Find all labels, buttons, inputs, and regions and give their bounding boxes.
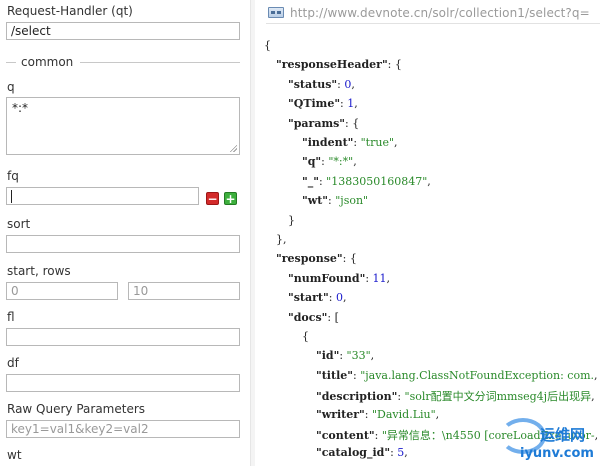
json-line: "status": 0, bbox=[288, 77, 355, 91]
json-line: "params": { bbox=[288, 117, 359, 130]
start-rows-label: start, rows bbox=[7, 264, 71, 278]
common-fieldset: common bbox=[0, 54, 244, 70]
json-value: "*:*" bbox=[328, 155, 354, 169]
json-value: "1383050160847" bbox=[326, 174, 428, 188]
resize-grip-icon[interactable] bbox=[229, 144, 237, 152]
fl-label: fl bbox=[7, 310, 15, 324]
fq-input[interactable] bbox=[6, 187, 199, 205]
raw-query-input[interactable]: key1=val1&key2=val2 bbox=[6, 420, 240, 438]
json-value: : { bbox=[387, 58, 402, 72]
q-textarea[interactable]: *:* bbox=[6, 97, 240, 155]
json-line: }, bbox=[276, 233, 287, 246]
json-line: "id": "33", bbox=[316, 349, 375, 363]
json-value: "33" bbox=[346, 349, 371, 363]
json-key: "_" bbox=[302, 174, 319, 188]
df-input[interactable] bbox=[6, 374, 240, 392]
json-key: "QTime" bbox=[288, 97, 341, 111]
json-key: "content" bbox=[316, 429, 375, 442]
json-line: "response": { bbox=[276, 252, 357, 265]
request-handler-label: Request-Handler (qt) bbox=[7, 4, 133, 18]
json-value: { bbox=[302, 330, 309, 343]
json-value: "solr配置中文分词mmseg4j后出现异 bbox=[404, 390, 592, 404]
json-line: { bbox=[264, 39, 271, 52]
response-url[interactable]: http://www.devnote.cn/solr/collection1/s… bbox=[290, 6, 590, 20]
json-key: "response" bbox=[276, 252, 343, 266]
json-value: "java.lang.ClassNotFoundException: com. bbox=[360, 368, 595, 382]
fl-input[interactable] bbox=[6, 328, 240, 346]
json-key: "start" bbox=[288, 291, 329, 305]
q-value: *:* bbox=[12, 101, 29, 115]
json-value: "json" bbox=[335, 194, 369, 208]
json-key: "params" bbox=[288, 116, 346, 130]
json-line: "indent": "true", bbox=[302, 136, 398, 149]
json-key: "writer" bbox=[316, 407, 365, 421]
watermark-logo: 运维网 iyunv.com bbox=[490, 416, 600, 466]
json-line: "title": "java.lang.ClassNotFoundExcepti… bbox=[316, 368, 598, 382]
json-key: "status" bbox=[288, 77, 338, 91]
json-line: "numFound": 11, bbox=[288, 271, 391, 285]
text-cursor bbox=[11, 190, 12, 203]
json-key: "description" bbox=[316, 390, 398, 404]
json-value: } bbox=[288, 213, 295, 227]
json-value: "true" bbox=[360, 136, 395, 149]
df-label: df bbox=[7, 356, 19, 370]
json-line: "wt": "json" bbox=[302, 194, 369, 208]
json-line: "_": "1383050160847", bbox=[302, 174, 431, 188]
json-line: "docs": [ bbox=[288, 311, 339, 324]
json-key: "title" bbox=[316, 368, 353, 382]
json-value: : { bbox=[345, 116, 360, 130]
request-handler-input[interactable]: /select bbox=[6, 22, 240, 40]
json-line: } bbox=[288, 214, 295, 227]
sort-label: sort bbox=[7, 217, 31, 231]
common-legend: common bbox=[21, 55, 74, 69]
remove-fq-icon[interactable]: − bbox=[206, 192, 219, 206]
json-key: "q" bbox=[302, 155, 322, 169]
json-value: }, bbox=[276, 233, 287, 246]
fq-label: fq bbox=[7, 169, 19, 183]
json-key: "numFound" bbox=[288, 271, 366, 285]
start-input[interactable]: 0 bbox=[6, 282, 118, 300]
json-line: "start": 0, bbox=[288, 291, 347, 305]
json-line: "q": "*:*", bbox=[302, 155, 357, 169]
panel-separator bbox=[250, 0, 255, 466]
response-panel: http://www.devnote.cn/solr/collection1/s… bbox=[256, 0, 600, 466]
watermark-url-text: iyunv.com bbox=[520, 446, 594, 461]
query-form: Request-Handler (qt) /select common q *:… bbox=[0, 0, 250, 466]
legend-divider-right bbox=[80, 62, 240, 63]
json-value: 0 bbox=[335, 291, 343, 305]
json-line: "writer": "David.Liu", bbox=[316, 407, 440, 421]
wt-label: wt bbox=[7, 448, 22, 462]
json-value: { bbox=[264, 39, 271, 52]
json-line: "responseHeader": { bbox=[276, 58, 402, 71]
json-value: "David.Liu" bbox=[371, 407, 436, 421]
watermark-cn-text: 运维网 bbox=[540, 426, 586, 444]
raw-query-label: Raw Query Parameters bbox=[7, 402, 146, 416]
json-key: "id" bbox=[316, 349, 340, 363]
json-value: 11 bbox=[372, 271, 387, 285]
sort-input[interactable] bbox=[6, 235, 240, 253]
json-line: { bbox=[302, 330, 309, 343]
json-key: "wt" bbox=[302, 194, 329, 208]
add-fq-icon[interactable]: + bbox=[224, 192, 237, 206]
legend-divider-left bbox=[6, 62, 16, 63]
rows-input[interactable]: 10 bbox=[128, 282, 240, 300]
response-url-bar[interactable]: http://www.devnote.cn/solr/collection1/s… bbox=[266, 3, 600, 24]
json-key: "responseHeader" bbox=[276, 58, 388, 72]
json-line: "QTime": 1, bbox=[288, 97, 358, 111]
json-key: "catalog_id" bbox=[316, 446, 391, 460]
json-value: : { bbox=[342, 252, 357, 266]
json-value: : [ bbox=[327, 310, 339, 324]
json-key: "docs" bbox=[288, 310, 328, 324]
q-label: q bbox=[7, 80, 15, 94]
url-link-icon bbox=[268, 7, 284, 18]
json-line: "catalog_id": 5, bbox=[316, 446, 408, 460]
json-line: "description": "solr配置中文分词mmseg4j后出现异, bbox=[316, 390, 595, 404]
json-key: "indent" bbox=[302, 136, 354, 149]
